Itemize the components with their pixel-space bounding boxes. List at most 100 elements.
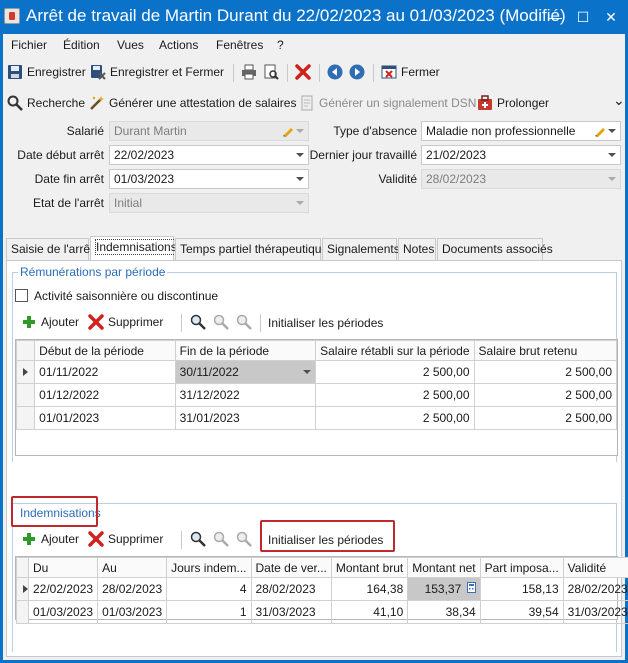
menu-fenetres[interactable]: Fenêtres: [216, 38, 263, 52]
table-cell[interactable]: 28/02/2023: [562, 577, 628, 601]
generate-dsn-button[interactable]: Générer un signalement DSN: [299, 95, 476, 111]
filter-indemnisation-button[interactable]: [236, 531, 256, 547]
column-header[interactable]: Au: [97, 557, 168, 578]
table-row[interactable]: 22/02/2023 28/02/2023 4 28/02/2023 164,3…: [16, 577, 628, 601]
table-cell[interactable]: 164,38: [330, 577, 409, 601]
column-header[interactable]: Validité: [562, 557, 628, 578]
menu-fichier[interactable]: Fichier: [11, 38, 47, 52]
add-indemnisation-button[interactable]: Ajouter: [21, 531, 79, 547]
column-header[interactable]: Début de la période: [34, 340, 176, 361]
table-cell-selected[interactable]: 153,37: [407, 577, 481, 601]
print-button[interactable]: [241, 64, 261, 80]
close-window-button[interactable]: ✕: [600, 6, 622, 28]
calculator-icon[interactable]: [466, 582, 476, 596]
zoom-indemnisation-button[interactable]: [213, 531, 233, 547]
menu-actions[interactable]: Actions: [159, 38, 198, 52]
column-header[interactable]: Part imposa...: [479, 557, 564, 578]
column-header[interactable]: Montant brut: [330, 557, 409, 578]
table-cell[interactable]: 2 500,00: [315, 383, 475, 407]
dernier-jour-field[interactable]: 21/02/2023: [421, 145, 621, 165]
menu-edition[interactable]: Édition: [63, 38, 100, 52]
extend-button[interactable]: Prolonger: [477, 95, 549, 111]
validite-field[interactable]: 28/02/2023: [421, 169, 621, 189]
save-button[interactable]: Enregistrer: [7, 64, 86, 80]
table-cell[interactable]: 4: [166, 577, 252, 601]
close-button[interactable]: Fermer: [381, 64, 440, 80]
table-cell[interactable]: 38,34: [407, 600, 481, 624]
table-row[interactable]: 01/11/2022 30/11/2022 2 500,00 2 500,00: [15, 360, 618, 384]
table-cell[interactable]: 01/11/2022: [34, 360, 176, 384]
column-header[interactable]: Salaire brut retenu: [473, 340, 618, 361]
table-cell[interactable]: 1: [166, 600, 252, 624]
table-row[interactable]: 01/01/2023 31/01/2023 2 500,00 2 500,00: [15, 406, 618, 430]
menu-help[interactable]: ?: [277, 38, 284, 52]
minimize-button[interactable]: —: [544, 6, 566, 28]
chevron-down-icon[interactable]: [608, 177, 616, 181]
table-cell-selected[interactable]: 30/11/2022: [174, 360, 317, 384]
search-indemnisation-button[interactable]: [190, 531, 210, 547]
salarie-field[interactable]: Durant Martin: [109, 121, 309, 141]
date-fin-field[interactable]: 01/03/2023: [109, 169, 309, 189]
table-cell[interactable]: 28/02/2023: [97, 577, 168, 601]
generate-certificate-button[interactable]: Générer une attestation de salaires: [89, 95, 296, 111]
column-header[interactable]: Montant net: [407, 557, 481, 578]
type-absence-field[interactable]: Maladie non professionnelle: [421, 121, 621, 141]
chevron-down-icon[interactable]: [608, 153, 616, 157]
print-preview-button[interactable]: [263, 64, 283, 80]
tab-temps-partiel[interactable]: Temps partiel thérapeutique: [175, 238, 328, 260]
table-cell[interactable]: 2 500,00: [473, 360, 618, 384]
init-periods-button[interactable]: Initialiser les périodes: [268, 316, 383, 330]
next-button[interactable]: [349, 64, 369, 80]
table-row[interactable]: 01/03/2023 01/03/2023 1 31/03/2023 41,10…: [16, 600, 628, 624]
table-cell[interactable]: 22/02/2023: [27, 577, 99, 601]
table-cell[interactable]: 01/01/2023: [34, 406, 176, 430]
table-cell[interactable]: 01/12/2022: [34, 383, 176, 407]
search-button[interactable]: Recherche: [7, 95, 85, 111]
search-period-button[interactable]: [190, 314, 210, 330]
toolbar-overflow-chevron-icon[interactable]: ⌄: [613, 92, 625, 109]
menu-vues[interactable]: Vues: [117, 38, 144, 52]
delete-indemnisation-button[interactable]: Supprimer: [88, 531, 163, 547]
table-cell[interactable]: 2 500,00: [315, 360, 475, 384]
tab-documents[interactable]: Documents associés: [437, 238, 553, 260]
table-cell[interactable]: 01/03/2023: [97, 600, 168, 624]
table-cell[interactable]: 31/01/2023: [174, 406, 317, 430]
table-cell[interactable]: 28/02/2023: [250, 577, 332, 601]
tab-signalements[interactable]: Signalements: [322, 238, 400, 260]
zoom-period-button[interactable]: [213, 314, 233, 330]
etat-field[interactable]: Initial: [109, 193, 309, 213]
column-header[interactable]: Jours indem...: [166, 557, 252, 578]
column-header[interactable]: Date de ver...: [250, 557, 332, 578]
table-cell[interactable]: 31/12/2022: [174, 383, 317, 407]
delete-period-button[interactable]: Supprimer: [88, 314, 163, 330]
tab-notes[interactable]: Notes: [398, 238, 436, 260]
tab-indemnisations[interactable]: Indemnisations: [90, 236, 178, 261]
delete-button[interactable]: [295, 64, 315, 80]
chevron-down-icon[interactable]: [303, 370, 312, 374]
table-cell[interactable]: 31/03/2023: [562, 600, 628, 624]
table-cell[interactable]: 2 500,00: [315, 406, 475, 430]
table-cell[interactable]: 31/03/2023: [250, 600, 332, 624]
edit-pencil-icon[interactable]: [282, 125, 294, 137]
column-header[interactable]: Du: [27, 557, 99, 578]
table-cell[interactable]: 41,10: [330, 600, 409, 624]
table-row[interactable]: 01/12/2022 31/12/2022 2 500,00 2 500,00: [15, 383, 618, 407]
previous-button[interactable]: [327, 64, 347, 80]
save-close-button[interactable]: Enregistrer et Fermer: [90, 64, 224, 80]
maximize-button[interactable]: ☐: [572, 6, 594, 28]
chevron-down-icon[interactable]: [296, 201, 304, 205]
table-cell[interactable]: 158,13: [479, 577, 564, 601]
table-cell[interactable]: 2 500,00: [473, 383, 618, 407]
table-cell[interactable]: 01/03/2023: [27, 600, 99, 624]
activite-saisonniere-checkbox[interactable]: [15, 289, 28, 302]
table-cell[interactable]: 2 500,00: [473, 406, 618, 430]
column-header[interactable]: Salaire rétabli sur la période: [315, 340, 475, 361]
column-header[interactable]: Fin de la période: [174, 340, 317, 361]
chevron-down-icon[interactable]: [608, 129, 616, 133]
filter-period-button[interactable]: [236, 314, 256, 330]
tab-saisie[interactable]: Saisie de l'arrêt: [6, 238, 93, 260]
add-period-button[interactable]: Ajouter: [21, 314, 79, 330]
table-cell[interactable]: 39,54: [479, 600, 564, 624]
edit-pencil-icon[interactable]: [594, 125, 606, 137]
date-debut-field[interactable]: 22/02/2023: [109, 145, 309, 165]
